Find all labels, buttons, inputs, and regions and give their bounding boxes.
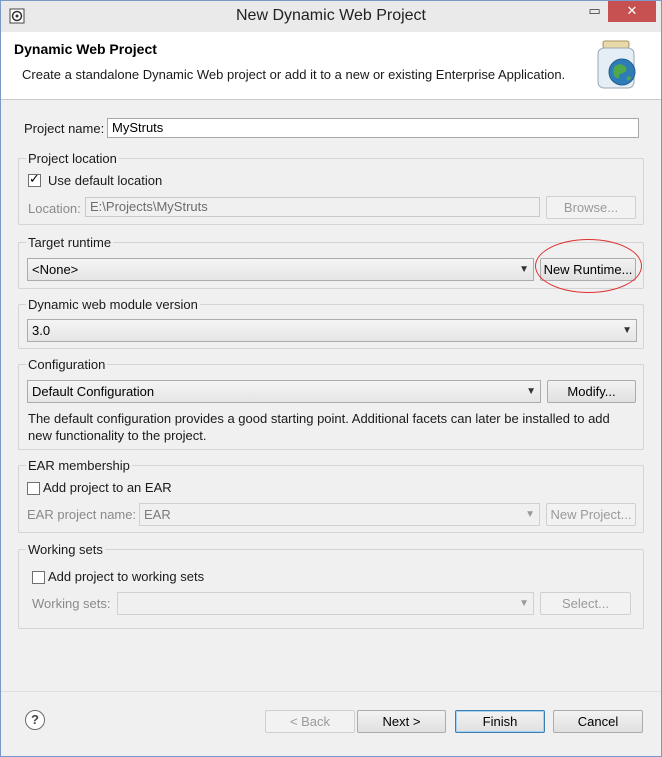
- ear-project-name-label: EAR project name:: [27, 507, 137, 522]
- dialog-window: New Dynamic Web Project ▭ ✕ Dynamic Web …: [0, 0, 662, 757]
- target-runtime-group-label: Target runtime: [26, 235, 114, 250]
- modify-button[interactable]: Modify...: [547, 380, 636, 403]
- banner-title: Dynamic Web Project: [14, 41, 157, 57]
- window-title: New Dynamic Web Project: [236, 7, 426, 24]
- module-version-select[interactable]: 3.0 ▼: [27, 319, 637, 342]
- ear-membership-group-label: EAR membership: [26, 458, 132, 473]
- ear-project-name-value: EAR: [144, 507, 171, 522]
- add-to-ear-label: Add project to an EAR: [43, 480, 172, 495]
- project-name-input[interactable]: MyStruts: [107, 118, 639, 138]
- add-to-working-sets-checkbox[interactable]: [32, 571, 45, 584]
- location-label: Location:: [28, 201, 81, 216]
- chevron-down-icon: ▼: [526, 386, 536, 397]
- ear-project-name-select[interactable]: EAR ▼: [139, 503, 540, 526]
- next-button[interactable]: Next >: [357, 710, 446, 733]
- module-version-group-label: Dynamic web module version: [26, 297, 200, 312]
- chevron-down-icon: ▼: [519, 264, 529, 275]
- configuration-value: Default Configuration: [32, 384, 155, 399]
- help-icon[interactable]: ?: [25, 710, 45, 730]
- use-default-location-label: Use default location: [48, 173, 163, 188]
- target-runtime-value: <None>: [32, 262, 79, 277]
- configuration-description-line1: The default configuration provides a goo…: [28, 411, 610, 426]
- chevron-down-icon: ▼: [525, 509, 535, 520]
- footer-divider: [1, 691, 661, 692]
- web-project-jar-icon: [597, 40, 636, 89]
- target-runtime-select[interactable]: <None> ▼: [27, 258, 534, 281]
- chevron-down-icon: ▼: [519, 598, 529, 609]
- title-bar[interactable]: New Dynamic Web Project ▭ ✕: [1, 1, 661, 32]
- cancel-button[interactable]: Cancel: [553, 710, 643, 733]
- working-sets-group-label: Working sets: [26, 542, 105, 557]
- chevron-down-icon: ▼: [622, 325, 632, 336]
- new-runtime-button[interactable]: New Runtime...: [540, 258, 636, 281]
- configuration-description-line2: new functionality to the project.: [28, 428, 207, 443]
- banner-description: Create a standalone Dynamic Web project …: [22, 67, 566, 82]
- add-to-working-sets-label: Add project to working sets: [48, 569, 205, 584]
- working-sets-group: [18, 549, 644, 629]
- working-sets-select[interactable]: ▼: [117, 592, 534, 615]
- location-input[interactable]: E:\Projects\MyStruts: [85, 197, 540, 217]
- project-location-group-label: Project location: [26, 151, 119, 166]
- configuration-group-label: Configuration: [26, 357, 108, 372]
- maximize-button[interactable]: ▭: [581, 1, 608, 22]
- select-working-sets-button[interactable]: Select...: [540, 592, 631, 615]
- back-button[interactable]: < Back: [265, 710, 355, 733]
- use-default-location-checkbox[interactable]: [28, 171, 41, 187]
- project-name-label: Project name:: [24, 121, 105, 136]
- close-button[interactable]: ✕: [608, 1, 656, 22]
- configuration-select[interactable]: Default Configuration ▼: [27, 380, 541, 403]
- finish-button[interactable]: Finish: [455, 710, 545, 733]
- add-to-ear-checkbox[interactable]: [27, 482, 40, 495]
- working-sets-label: Working sets:: [32, 596, 111, 611]
- wizard-banner: Dynamic Web Project Create a standalone …: [1, 32, 661, 100]
- module-version-value: 3.0: [32, 323, 51, 338]
- new-project-button[interactable]: New Project...: [546, 503, 636, 526]
- browse-button[interactable]: Browse...: [546, 196, 636, 219]
